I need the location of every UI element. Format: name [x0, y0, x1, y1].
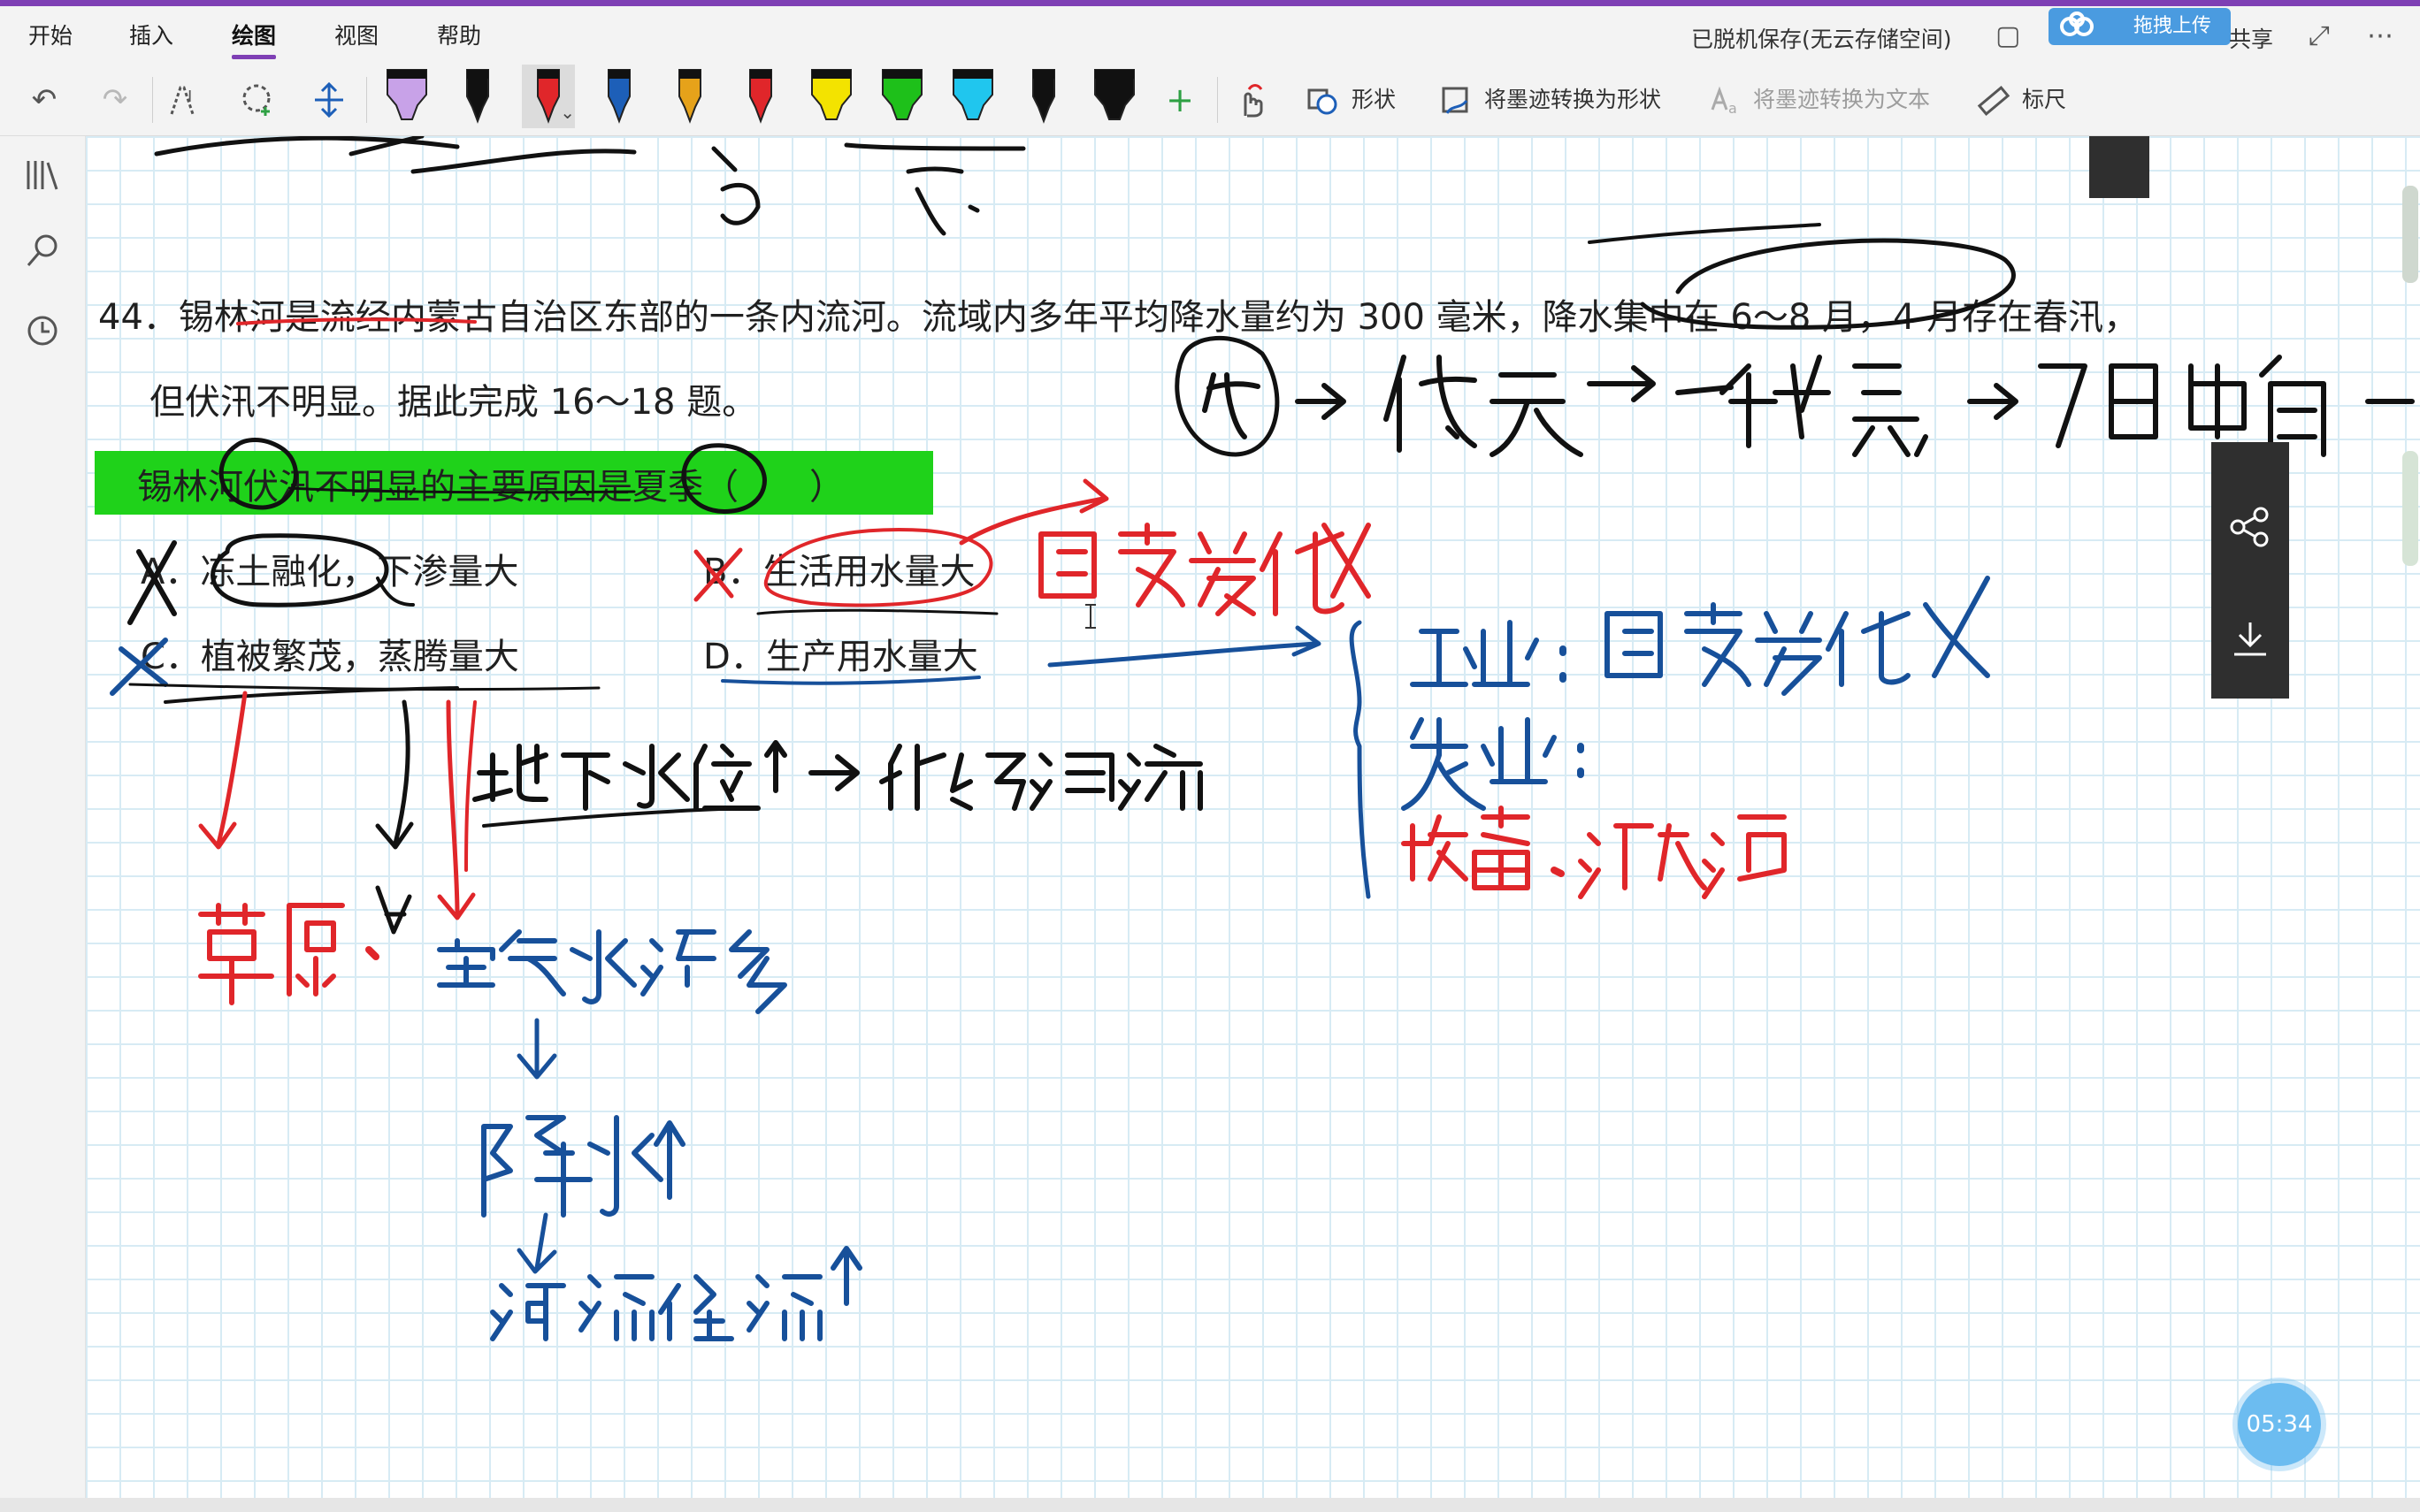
chevron-down-icon[interactable]: ⌄ [560, 102, 575, 123]
red-pen-2[interactable] [734, 65, 787, 128]
share-button[interactable]: 共享 [2229, 22, 2273, 54]
toolbar-divider [366, 77, 367, 123]
ruler-icon [1977, 86, 2010, 116]
ruler-label: 标尺 [2022, 87, 2067, 112]
ink-to-shape-label: 将墨迹转换为形状 [1484, 87, 1662, 112]
scrollbar-thumb[interactable] [2402, 186, 2418, 283]
shapes-icon [1307, 88, 1337, 115]
orange-pen-icon [678, 69, 701, 124]
orange-pen[interactable] [663, 65, 716, 128]
black-pen[interactable] [451, 65, 504, 128]
yellow-highlighter[interactable] [805, 65, 858, 128]
cyan-highlighter[interactable] [946, 65, 999, 128]
notebooks-icon[interactable] [21, 154, 64, 196]
handwritten-annotations [110, 136, 2415, 1341]
tab-home[interactable]: 开始 [28, 19, 73, 54]
green-highlighter[interactable] [876, 65, 929, 128]
ribbon-tabs: 开始 插入 绘图 视图 帮助 已脱机保存(无云存储空间) ▢ 拖拽上传 共享 ⤢… [0, 6, 2420, 65]
app-accent-bar [0, 0, 2420, 6]
cloud-logo-icon [2060, 11, 2094, 36]
search-icon[interactable] [21, 230, 64, 272]
side-floating-panel [2211, 442, 2289, 699]
ink-to-text-button[interactable]: a 将墨迹转换为文本 [1707, 80, 1930, 119]
ink-to-shape-icon [1442, 87, 1468, 114]
lasso-select-icon[interactable] [239, 80, 278, 119]
black-highlighter[interactable] [1088, 65, 1141, 128]
svg-text:a: a [1728, 100, 1737, 117]
purple-highlighter-icon [387, 69, 427, 120]
green-highlighter-icon [882, 69, 923, 120]
black-pen-2-icon [1032, 69, 1055, 124]
blue-pen-icon [608, 69, 631, 124]
red-pen-2-icon [749, 69, 772, 124]
download-icon[interactable] [2227, 615, 2273, 661]
black-pen-2[interactable] [1017, 65, 1070, 128]
ink-to-shape-button[interactable]: 将墨迹转换为形状 [1438, 80, 1661, 119]
yellow-highlighter-icon [811, 69, 852, 120]
black-highlighter-icon [1094, 69, 1135, 120]
timer-badge[interactable]: 05:34 [2238, 1383, 2321, 1466]
blue-pen[interactable] [593, 65, 646, 128]
toolbar-divider [1217, 77, 1218, 123]
add-pen-icon[interactable]: + [1160, 80, 1199, 119]
undo-icon[interactable]: ↶ [25, 80, 64, 119]
tab-insert[interactable]: 插入 [129, 19, 173, 54]
purple-highlighter[interactable] [380, 65, 433, 128]
left-navigation-rail [0, 136, 86, 1498]
toolbar-divider [152, 77, 153, 123]
floating-tool-block[interactable] [2089, 136, 2149, 198]
save-status: 已脱机保存(无云存储空间) [1691, 27, 1952, 52]
black-pen-icon [466, 69, 489, 124]
shapes-label: 形状 [1352, 87, 1397, 112]
touch-draw-icon[interactable] [1231, 80, 1270, 119]
share-icon[interactable] [2227, 504, 2273, 550]
redo-icon[interactable]: ↷ [96, 80, 134, 119]
shapes-button[interactable]: 形状 [1306, 80, 1396, 119]
tab-help[interactable]: 帮助 [437, 19, 481, 54]
add-space-icon[interactable] [310, 80, 348, 119]
draw-toolbar: ↶ ↷ I + 形状 将墨迹转换为形状 a 将墨迹转换为文本 标尺 ⌄ [0, 65, 2420, 136]
ink-to-text-label: 将墨迹转换为文本 [1753, 87, 1931, 112]
fullscreen-icon[interactable]: ⤢ [2309, 20, 2330, 52]
tab-view[interactable]: 视图 [334, 19, 379, 54]
taskbar [0, 1498, 2420, 1512]
tab-draw[interactable]: 绘图 [232, 19, 277, 59]
more-options-icon[interactable]: ⋯ [2367, 20, 2393, 52]
ink-to-text-icon: a [1711, 86, 1737, 117]
cyan-highlighter-icon [953, 69, 993, 120]
recent-history-icon[interactable] [21, 309, 64, 352]
note-canvas[interactable]: 44．锡林河是流经内蒙古自治区东部的一条内流河。流域内多年平均降水量约为 300… [86, 136, 2420, 1498]
type-select-icon[interactable]: I [166, 80, 205, 119]
notebook-icon[interactable]: ▢ [1995, 20, 2020, 52]
red-pen[interactable]: ⌄ [522, 65, 575, 128]
svg-text:I: I [188, 88, 192, 106]
ruler-button[interactable]: 标尺 [1976, 80, 2066, 119]
scrollbar-thumb[interactable] [2402, 451, 2418, 566]
